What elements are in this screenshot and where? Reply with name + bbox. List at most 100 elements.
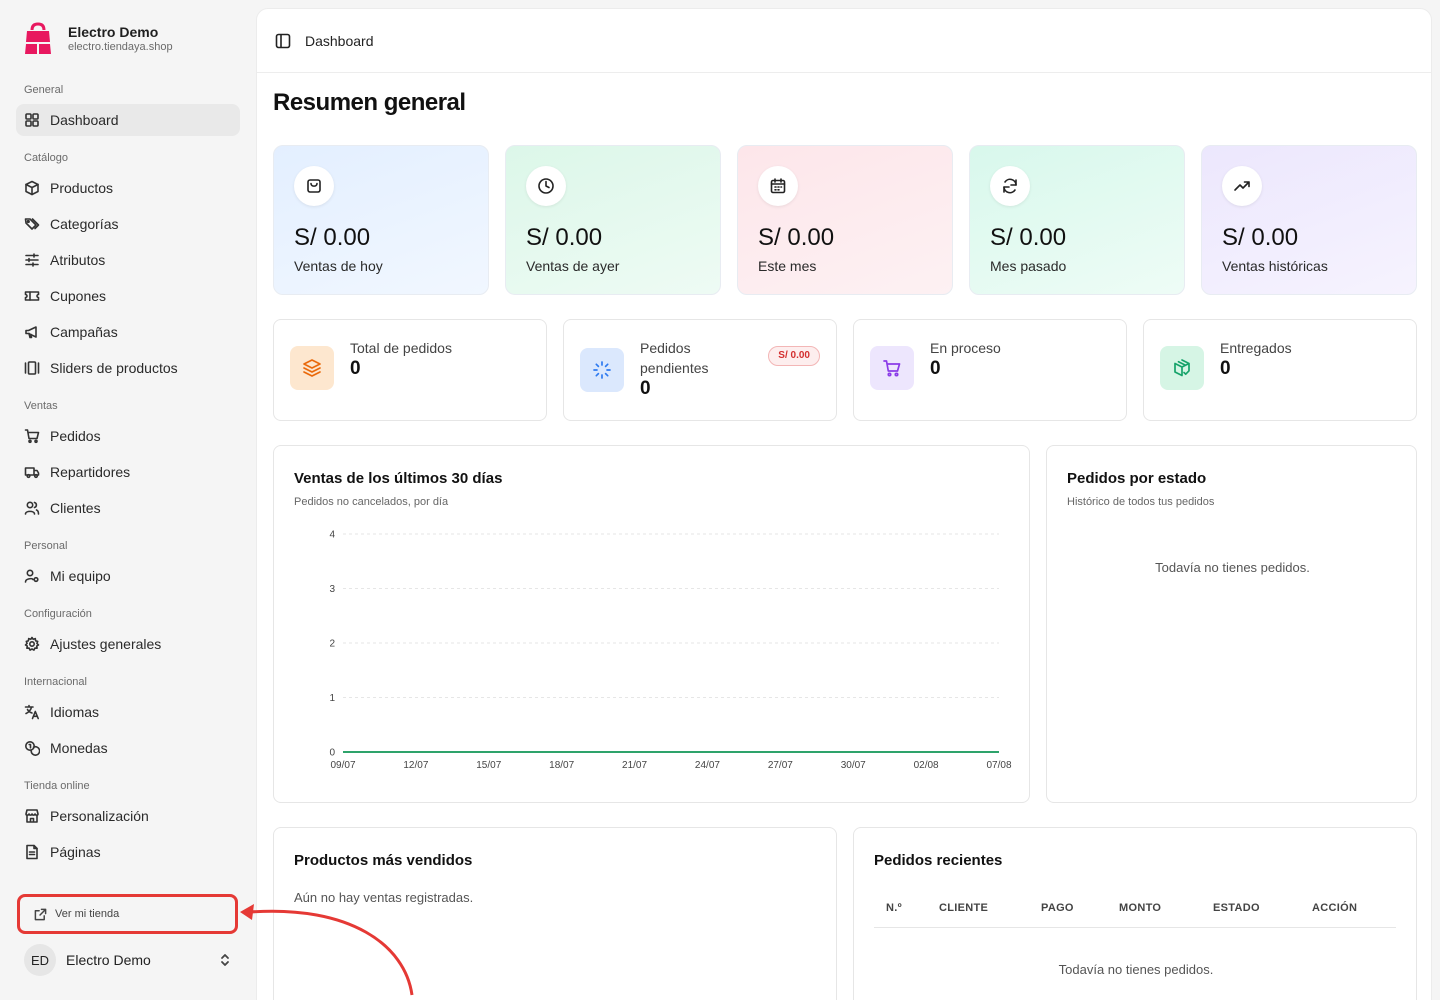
sidebar-item-label: Pedidos <box>50 428 101 444</box>
brand[interactable]: Electro Demo electro.tiendaya.shop <box>24 22 173 56</box>
cart-icon <box>883 360 901 377</box>
sidebar-item-pedidos[interactable]: Pedidos <box>16 420 240 452</box>
stat-value: S/ 0.00 <box>294 224 371 251</box>
ticket-icon <box>24 291 40 301</box>
order-icon-wrap <box>1160 346 1204 390</box>
stat-label: Este mes <box>758 258 817 274</box>
x-tick-label: 12/07 <box>403 760 428 771</box>
column-header-client[interactable]: CLIENTE <box>939 902 988 914</box>
stat-value: S/ 0.00 <box>526 224 603 251</box>
order-label: Pedidos pendientes <box>640 340 709 376</box>
stat-card-this-month: S/ 0.00 Este mes <box>737 145 953 295</box>
order-card-delivered: Entregados 0 <box>1143 319 1417 421</box>
sidebar-item-campanas[interactable]: Campañas <box>16 316 240 348</box>
store-icon <box>25 809 39 823</box>
sidebar-item-mi-equipo[interactable]: Mi equipo <box>16 560 240 592</box>
nav-group-tienda: Tienda online Personalización Páginas <box>16 776 240 868</box>
empty-state: Todavía no tienes pedidos. <box>1155 560 1310 575</box>
sidebar-nav: General Dashboard Catálogo Productos Cat… <box>16 76 240 868</box>
sidebar-item-atributos[interactable]: Atributos <box>16 244 240 276</box>
cart-icon <box>24 429 40 444</box>
nav-group-configuracion: Configuración Ajustes generales <box>16 604 240 660</box>
layers-icon <box>303 359 321 377</box>
shopping-bag-logo-icon <box>25 22 51 54</box>
stat-value: S/ 0.00 <box>1222 224 1299 251</box>
user-switcher[interactable]: ED Electro Demo <box>16 940 240 980</box>
stat-label: Mes pasado <box>990 258 1067 274</box>
column-header-action[interactable]: ACCIÓN <box>1312 902 1357 914</box>
sidebar-item-monedas[interactable]: Monedas <box>16 732 240 764</box>
brand-url: electro.tiendaya.shop <box>68 41 173 53</box>
nav-group-title: Configuración <box>24 608 92 620</box>
column-header-payment[interactable]: PAGO <box>1041 902 1074 914</box>
order-icon-wrap <box>580 348 624 392</box>
column-header-amount[interactable]: MONTO <box>1119 902 1161 914</box>
nav-group-title: Ventas <box>24 400 58 412</box>
sidebar-item-label: Campañas <box>50 324 118 340</box>
tags-icon <box>24 218 40 230</box>
stat-card-historic: S/ 0.00 Ventas históricas <box>1201 145 1417 295</box>
clock-icon <box>538 178 554 194</box>
empty-state: Aún no hay ventas registradas. <box>294 890 474 905</box>
coins-icon <box>25 741 40 756</box>
order-value: 0 <box>1220 358 1231 379</box>
sidebar-item-sliders[interactable]: Sliders de productos <box>16 352 240 384</box>
sidebar-item-label: Cupones <box>50 288 107 304</box>
sidebar-item-productos[interactable]: Productos <box>16 172 240 204</box>
sidebar-item-repartidores[interactable]: Repartidores <box>16 456 240 488</box>
panel-title: Pedidos recientes <box>874 852 1003 869</box>
orders-by-status-panel: Pedidos por estado Histórico de todos tu… <box>1046 445 1417 803</box>
nav-group-personal: Personal Mi equipo <box>16 536 240 592</box>
sidebar-item-categorias[interactable]: Categorías <box>16 208 240 240</box>
order-icon-wrap <box>870 346 914 390</box>
sidebar-item-clientes[interactable]: Clientes <box>16 492 240 524</box>
column-header-status[interactable]: ESTADO <box>1213 902 1260 914</box>
nav-group-catalogo: Catálogo Productos Categorías Atributos … <box>16 148 240 384</box>
chevrons-up-down-icon <box>221 954 229 966</box>
stat-icon-wrap <box>294 166 334 206</box>
sidebar-item-label: Mi equipo <box>50 568 111 584</box>
user-name: Electro Demo <box>66 952 151 968</box>
x-tick-label: 21/07 <box>622 760 647 771</box>
sidebar-item-personalizacion[interactable]: Personalización <box>16 800 240 832</box>
order-label: Total de pedidos <box>350 340 452 356</box>
trend-up-icon <box>1234 181 1250 191</box>
sidebar-item-label: Dashboard <box>50 112 119 128</box>
sidebar-item-label: Idiomas <box>50 704 100 720</box>
nav-group-title: Catálogo <box>24 152 69 164</box>
avatar: ED <box>24 944 56 976</box>
sidebar-item-label: Atributos <box>50 252 106 268</box>
order-value: 0 <box>930 358 941 379</box>
brand-name: Electro Demo <box>68 24 159 40</box>
sidebar-item-dashboard[interactable]: Dashboard <box>16 104 240 136</box>
external-link-icon <box>34 908 47 920</box>
sidebar-item-paginas[interactable]: Páginas <box>16 836 240 868</box>
sidebar-item-idiomas[interactable]: Idiomas <box>16 696 240 728</box>
x-tick-label: 18/07 <box>549 760 574 771</box>
sidebar-item-ajustes[interactable]: Ajustes generales <box>16 628 240 660</box>
stat-card-yesterday: S/ 0.00 Ventas de ayer <box>505 145 721 295</box>
nav-group-general: General Dashboard <box>16 80 240 136</box>
nav-group-title: Tienda online <box>24 780 90 792</box>
top-products-panel: Productos más vendidos Aún no hay ventas… <box>273 827 837 1000</box>
loader-icon <box>593 361 611 379</box>
file-icon <box>26 844 38 860</box>
y-tick-label: 1 <box>329 693 335 704</box>
order-label: Entregados <box>1220 340 1292 356</box>
stat-value: S/ 0.00 <box>990 224 1067 251</box>
stat-icon-wrap <box>990 166 1030 206</box>
stat-label: Ventas de hoy <box>294 258 383 274</box>
view-store-link[interactable]: Ver mi tienda <box>17 894 238 934</box>
stat-icon-wrap <box>758 166 798 206</box>
sidebar-item-label: Personalización <box>50 808 149 824</box>
sidebar-item-cupones[interactable]: Cupones <box>16 280 240 312</box>
panel-title: Pedidos por estado <box>1067 470 1207 487</box>
y-tick-label: 3 <box>329 584 335 595</box>
sidebar-toggle-icon[interactable] <box>275 33 291 49</box>
breadcrumb: Dashboard <box>305 32 374 49</box>
stat-label: Ventas de ayer <box>526 258 620 274</box>
column-header-number[interactable]: N.º <box>886 902 902 914</box>
main-panel: Dashboard Resumen general S/ 0.00 Ventas… <box>256 8 1432 1000</box>
order-value: 0 <box>640 378 651 399</box>
y-tick-label: 4 <box>329 530 335 541</box>
